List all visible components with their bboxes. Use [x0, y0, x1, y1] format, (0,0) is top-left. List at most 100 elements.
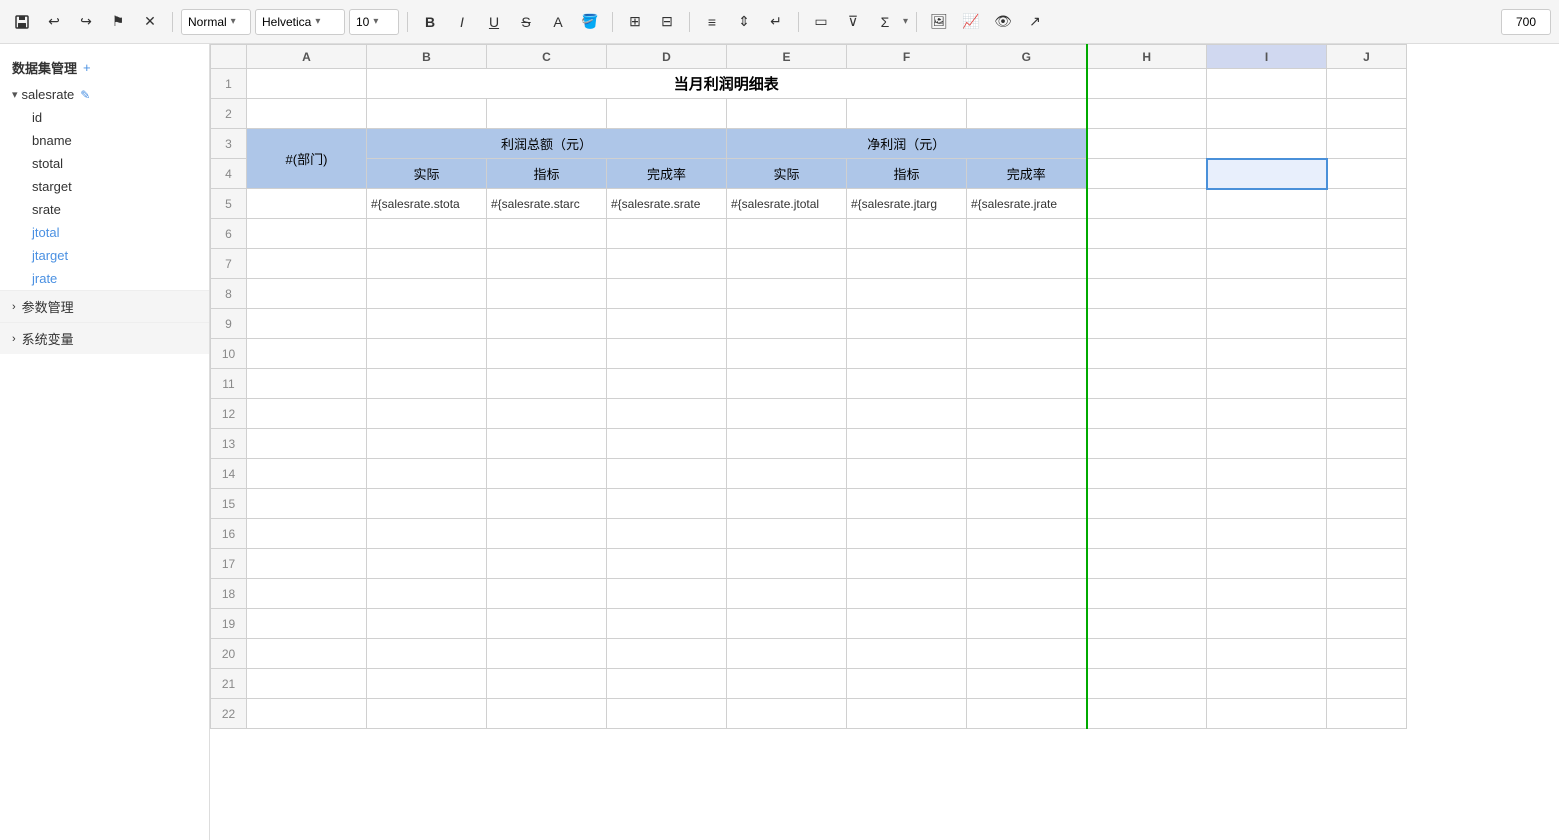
col-header-I[interactable]: I — [1207, 45, 1327, 69]
cell-G4[interactable]: 完成率 — [967, 159, 1087, 189]
dataset-row[interactable]: ▾ salesrate ✎ — [0, 83, 209, 106]
cell-F2[interactable] — [847, 99, 967, 129]
cell-H1[interactable] — [1087, 69, 1207, 99]
align-button[interactable]: ≡ — [698, 8, 726, 36]
clear-button[interactable]: ✕ — [136, 8, 164, 36]
add-dataset-button[interactable]: + — [83, 60, 91, 75]
cell-A5[interactable] — [247, 189, 367, 219]
sep3 — [612, 12, 613, 32]
field-jtotal[interactable]: jtotal — [0, 221, 209, 244]
cell-D4[interactable]: 完成率 — [607, 159, 727, 189]
table-row: 8 — [211, 279, 1407, 309]
cell-B5[interactable]: #{salesrate.stota — [367, 189, 487, 219]
cell-C2[interactable] — [487, 99, 607, 129]
font-select[interactable]: Helvetica ▾ — [255, 9, 345, 35]
col-header-E[interactable]: E — [727, 45, 847, 69]
cell-profit-total[interactable]: 利润总额（元） — [367, 129, 727, 159]
zoom-input[interactable] — [1501, 9, 1551, 35]
filter-button[interactable]: ⊽ — [839, 8, 867, 36]
col-header-F[interactable]: F — [847, 45, 967, 69]
border-button[interactable]: ⊞ — [621, 8, 649, 36]
params-section[interactable]: › 参数管理 — [0, 290, 209, 322]
cell-H2[interactable] — [1087, 99, 1207, 129]
field-stotal[interactable]: stotal — [0, 152, 209, 175]
cell-H3[interactable] — [1087, 129, 1207, 159]
field-jtarget[interactable]: jtarget — [0, 244, 209, 267]
cell-B4[interactable]: 实际 — [367, 159, 487, 189]
underline-button[interactable]: U — [480, 8, 508, 36]
cell-G2[interactable] — [967, 99, 1087, 129]
italic-button[interactable]: I — [448, 8, 476, 36]
field-bname[interactable]: bname — [0, 129, 209, 152]
chart-button[interactable]: 📈 — [957, 8, 985, 36]
cell-F5[interactable]: #{salesrate.jtarg — [847, 189, 967, 219]
cell-I1[interactable] — [1207, 69, 1327, 99]
cell-I2[interactable] — [1207, 99, 1327, 129]
cell-D5[interactable]: #{salesrate.srate — [607, 189, 727, 219]
field-starget[interactable]: starget — [0, 175, 209, 198]
cell-D2[interactable] — [607, 99, 727, 129]
cell-J4[interactable] — [1327, 159, 1407, 189]
row-num-7: 7 — [211, 249, 247, 279]
formula-button[interactable]: Σ — [871, 8, 899, 36]
col-header-A[interactable]: A — [247, 45, 367, 69]
col-header-G[interactable]: G — [967, 45, 1087, 69]
dataset-edit-icon[interactable]: ✎ — [80, 88, 90, 102]
undo-button[interactable]: ↩ — [40, 8, 68, 36]
field-jrate[interactable]: jrate — [0, 267, 209, 290]
sysvars-section[interactable]: › 系统变量 — [0, 322, 209, 354]
col-header-C[interactable]: C — [487, 45, 607, 69]
bold-button[interactable]: B — [416, 8, 444, 36]
cell-I4[interactable] — [1207, 159, 1327, 189]
spreadsheet-area[interactable]: A B C D E F G H I J 1 当月利润明细表 — [210, 44, 1559, 840]
strikethrough-button[interactable]: S — [512, 8, 540, 36]
save-button[interactable] — [8, 8, 36, 36]
flag-button[interactable]: ⚑ — [104, 8, 132, 36]
wrap-button[interactable]: ↵ — [762, 8, 790, 36]
col-header-J[interactable]: J — [1327, 45, 1407, 69]
cell-J2[interactable] — [1327, 99, 1407, 129]
cell-E5[interactable]: #{salesrate.jtotal — [727, 189, 847, 219]
row-num-15: 15 — [211, 489, 247, 519]
eye-button[interactable]: 👁 — [989, 8, 1017, 36]
cell-E2[interactable] — [727, 99, 847, 129]
cell-I5[interactable] — [1207, 189, 1327, 219]
row-num-4: 4 — [211, 159, 247, 189]
cell-I3[interactable] — [1207, 129, 1327, 159]
table-row: 9 — [211, 309, 1407, 339]
font-chevron: ▾ — [315, 16, 320, 27]
cell-J3[interactable] — [1327, 129, 1407, 159]
image-button[interactable]: 🖼 — [925, 8, 953, 36]
size-chevron: ▾ — [373, 16, 378, 27]
col-header-D[interactable]: D — [607, 45, 727, 69]
cell-net-profit[interactable]: 净利润（元） — [727, 129, 1087, 159]
cell-G5[interactable]: #{salesrate.jrate — [967, 189, 1087, 219]
cell-dept[interactable]: #(部门) — [247, 129, 367, 189]
share-button[interactable]: ↗ — [1021, 8, 1049, 36]
fillcolor-button[interactable]: 🪣 — [576, 8, 604, 36]
valign-button[interactable]: ⇕ — [730, 8, 758, 36]
redo-button[interactable]: ↪ — [72, 8, 100, 36]
field-id[interactable]: id — [0, 106, 209, 129]
size-label: 10 — [356, 15, 369, 29]
cell-A1[interactable] — [247, 69, 367, 99]
cell-H4[interactable] — [1087, 159, 1207, 189]
fontcolor-button[interactable]: A — [544, 8, 572, 36]
cell-B2[interactable] — [367, 99, 487, 129]
col-header-H[interactable]: H — [1087, 45, 1207, 69]
size-select[interactable]: 10 ▾ — [349, 9, 399, 35]
col-header-B[interactable]: B — [367, 45, 487, 69]
cell-C4[interactable]: 指标 — [487, 159, 607, 189]
cell-J1[interactable] — [1327, 69, 1407, 99]
frame-button[interactable]: ▭ — [807, 8, 835, 36]
cell-F4[interactable]: 指标 — [847, 159, 967, 189]
style-select[interactable]: Normal ▾ — [181, 9, 251, 35]
cell-H5[interactable] — [1087, 189, 1207, 219]
merge-button[interactable]: ⊟ — [653, 8, 681, 36]
cell-title[interactable]: 当月利润明细表 — [367, 69, 1087, 99]
cell-C5[interactable]: #{salesrate.starc — [487, 189, 607, 219]
field-srate[interactable]: srate — [0, 198, 209, 221]
cell-A2[interactable] — [247, 99, 367, 129]
cell-E4[interactable]: 实际 — [727, 159, 847, 189]
cell-J5[interactable] — [1327, 189, 1407, 219]
